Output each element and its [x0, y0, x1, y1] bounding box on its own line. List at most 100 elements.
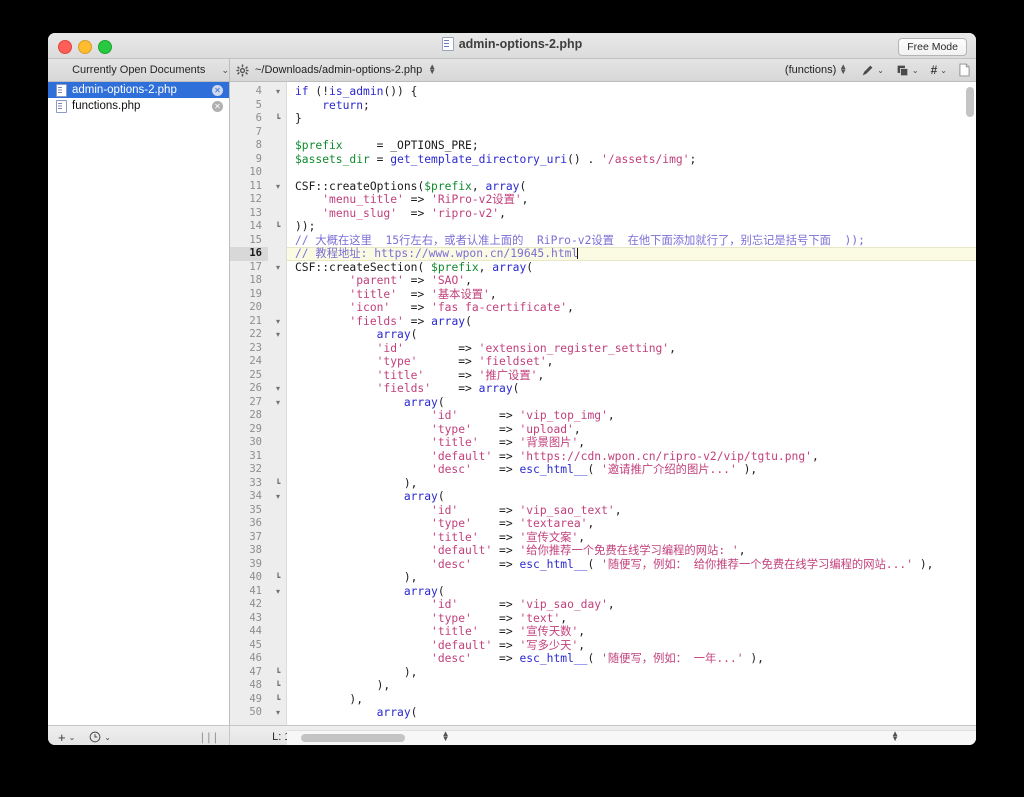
code-line[interactable]: 'title' => '宣传文案', [295, 531, 585, 545]
fold-marker[interactable]: ┗ [272, 679, 284, 693]
line-number[interactable]: 49 [230, 693, 262, 707]
line-number[interactable]: 47 [230, 666, 262, 680]
free-mode-button[interactable]: Free Mode [898, 38, 967, 56]
code-line[interactable]: ), [295, 693, 363, 707]
line-number[interactable]: 30 [230, 436, 262, 450]
add-document-button[interactable]: + ⌄ [58, 730, 75, 745]
code-folding-gutter[interactable]: ▾ ┗ ▾ ┗ ▾ ▾ ▾ ▾ ▾ ┗ ▾ ┗ ▾ ┗ ┗ ┗ ▾ [268, 82, 287, 725]
code-line[interactable]: if (!is_admin()) { [295, 85, 417, 99]
gear-icon[interactable] [236, 63, 249, 77]
fold-marker[interactable]: ┗ [272, 220, 284, 234]
code-line[interactable]: 'id' => 'vip_top_img', [295, 409, 615, 423]
code-line[interactable]: 'type' => 'upload', [295, 423, 581, 437]
line-number[interactable]: 41 [230, 585, 262, 599]
fold-marker[interactable]: ▾ [272, 396, 284, 410]
line-number[interactable]: 33 [230, 477, 262, 491]
new-document-button[interactable] [959, 63, 970, 77]
line-number[interactable]: 10 [230, 166, 262, 180]
horizontal-scrollbar-thumb[interactable] [301, 734, 405, 742]
line-number[interactable]: 24 [230, 355, 262, 369]
horizontal-scrollbar[interactable] [287, 730, 976, 745]
line-number[interactable]: 25 [230, 369, 262, 383]
close-document-icon[interactable]: ✕ [212, 84, 223, 96]
line-number[interactable]: 31 [230, 450, 262, 464]
line-number[interactable]: 44 [230, 625, 262, 639]
code-line[interactable]: CSF::createOptions($prefix, array( [295, 180, 526, 194]
recent-documents-button[interactable]: ⌄ [89, 731, 111, 743]
line-number[interactable]: 17 [230, 261, 262, 275]
line-number[interactable]: 34 [230, 490, 262, 504]
close-document-icon[interactable]: ✕ [212, 100, 223, 112]
line-number[interactable]: 12 [230, 193, 262, 207]
line-number[interactable]: 48 [230, 679, 262, 693]
code-line[interactable]: )); [295, 220, 315, 234]
line-number[interactable]: 37 [230, 531, 262, 545]
line-number[interactable]: 28 [230, 409, 262, 423]
line-number[interactable]: 29 [230, 423, 262, 437]
line-number[interactable]: 26 [230, 382, 262, 396]
code-line[interactable]: ), [295, 679, 391, 693]
pages-tool[interactable]: ⌄ [896, 64, 919, 77]
line-number[interactable]: 13 [230, 207, 262, 221]
line-number[interactable]: 40 [230, 571, 262, 585]
fold-marker[interactable]: ▾ [272, 180, 284, 194]
code-line[interactable]: 'title' => '背景图片', [295, 436, 585, 450]
code-line[interactable]: array( [295, 490, 445, 504]
fold-marker[interactable]: ┗ [272, 477, 284, 491]
line-number[interactable]: 11 [230, 180, 262, 194]
code-line[interactable]: 'default' => '给你推荐一个免费在线学习编程的网站: ', [295, 544, 746, 558]
code-line[interactable]: 'type' => 'fieldset', [295, 355, 554, 369]
code-line[interactable]: 'desc' => esc_html__( '随便写，例如： 一年...' ), [295, 652, 764, 666]
vertical-scrollbar-thumb[interactable] [966, 87, 974, 117]
line-number[interactable]: 20 [230, 301, 262, 315]
fold-marker[interactable]: ┗ [272, 666, 284, 680]
fold-marker[interactable]: ┗ [272, 112, 284, 126]
fold-marker[interactable]: ▾ [272, 585, 284, 599]
code-line[interactable]: // 教程地址: https://www.wpon.cn/19645.html [295, 247, 579, 261]
code-line[interactable]: 'title' => '推广设置', [295, 369, 545, 383]
fold-marker[interactable]: ▾ [272, 261, 284, 275]
line-number-gutter[interactable]: 4 5 6 7 8 9 10 11 12 13 14 15 16 17 18 19 20 21 22 23 24 25 26… [230, 82, 269, 725]
code-line[interactable]: 'icon' => 'fas fa-certificate', [295, 301, 573, 315]
line-number[interactable]: 19 [230, 288, 262, 302]
code-editor[interactable]: if (!is_admin()) { return;} $prefix = _OP… [230, 82, 976, 725]
fold-marker[interactable]: ▾ [272, 315, 284, 329]
line-number[interactable]: 4 [230, 85, 262, 99]
chevron-down-icon[interactable]: ⌄ [221, 65, 229, 76]
line-number[interactable]: 45 [230, 639, 262, 653]
file-path-label[interactable]: ~/Downloads/admin-options-2.php [255, 64, 422, 76]
line-number[interactable]: 50 [230, 706, 262, 720]
line-number-tool[interactable]: # ⌄ [931, 63, 947, 77]
line-number[interactable]: 21 [230, 315, 262, 329]
line-number[interactable]: 9 [230, 153, 262, 167]
line-number[interactable]: 43 [230, 612, 262, 626]
line-number[interactable]: 16 [230, 247, 268, 261]
fold-marker[interactable]: ┗ [272, 571, 284, 585]
code-line[interactable]: array( [295, 396, 445, 410]
code-line[interactable]: ), [295, 666, 418, 680]
line-number[interactable]: 5 [230, 99, 262, 113]
code-line[interactable]: 'fields' => array( [295, 315, 471, 329]
code-surface[interactable]: if (!is_admin()) { return;} $prefix = _OP… [287, 82, 976, 725]
code-line[interactable]: $prefix = _OPTIONS_PRE; [295, 139, 479, 153]
line-number[interactable]: 35 [230, 504, 262, 518]
code-line[interactable]: 'default' => '写多少天', [295, 639, 585, 653]
fold-marker[interactable]: ┗ [272, 693, 284, 707]
fold-marker[interactable]: ▾ [272, 706, 284, 720]
code-line[interactable]: 'title' => '基本设置', [295, 288, 496, 302]
code-line[interactable]: $assets_dir = get_template_directory_uri… [295, 153, 696, 167]
line-number[interactable]: 22 [230, 328, 262, 342]
code-line[interactable]: ), [295, 571, 418, 585]
code-line[interactable]: 'desc' => esc_html__( '邀请推广介绍的图片...' ), [295, 463, 757, 477]
code-line[interactable]: 'type' => 'text', [295, 612, 567, 626]
fold-marker[interactable]: ▾ [272, 85, 284, 99]
line-number[interactable]: 18 [230, 274, 262, 288]
fold-marker[interactable]: ▾ [272, 382, 284, 396]
sidebar-item-admin-options-2[interactable]: admin-options-2.php ✕ [48, 82, 229, 98]
code-line[interactable]: 'menu_slug' => 'ripro-v2', [295, 207, 506, 221]
line-number[interactable]: 8 [230, 139, 262, 153]
code-line[interactable]: 'desc' => esc_html__( '随便写，例如： 给你推荐一个免费在… [295, 558, 933, 572]
code-line[interactable]: CSF::createSection( $prefix, array( [295, 261, 533, 275]
line-number[interactable]: 39 [230, 558, 262, 572]
line-number[interactable]: 36 [230, 517, 262, 531]
